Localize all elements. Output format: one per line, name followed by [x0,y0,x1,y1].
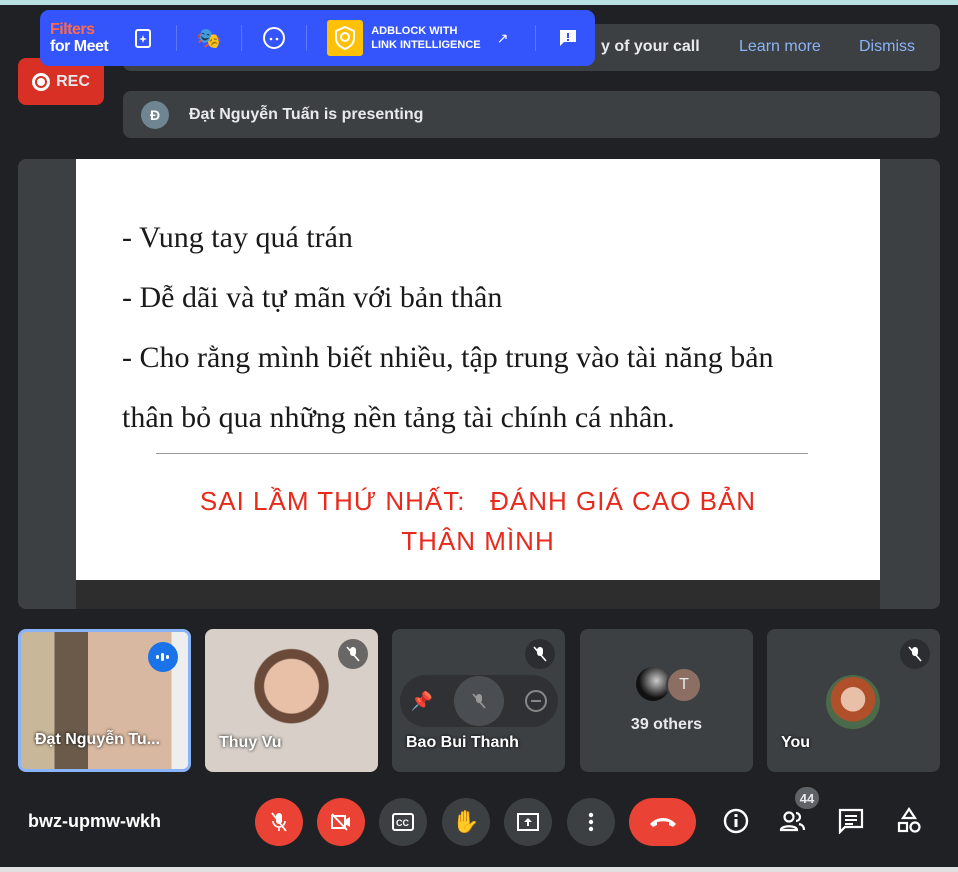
slide-line: - Cho rằng mình biết nhiều, tập trung và… [122,341,774,374]
face-icon[interactable] [262,26,286,50]
meeting-code: bwz-upmw-wkh [28,811,161,831]
mic-off-icon [900,639,930,669]
more-vert-icon [588,812,594,832]
participant-tile[interactable]: T 39 others [580,629,753,772]
extension-logo: Filters for Meet [50,21,109,55]
camera-off-icon [331,813,350,831]
mute-participant-button[interactable] [454,676,505,726]
activities-icon[interactable] [894,806,924,836]
filters-for-meet-toolbar: Filters for Meet 🎭 ADBLOCK WITH LINK INTEL… [40,10,595,66]
present-icon [517,813,539,831]
raise-hand-button[interactable]: ✋ [442,798,490,846]
participant-tile[interactable]: 📌 Bao Bui Thanh [392,629,565,772]
avatar: T [666,667,702,703]
browser-edge [0,0,958,5]
external-link-icon[interactable]: ↗ [491,26,515,50]
slide-line: - Vung tay quá trán [122,221,353,254]
leave-call-button[interactable] [629,798,696,846]
presenting-banner: Đ Đạt Nguyễn Tuấn is presenting [123,91,940,138]
slide: - Vung tay quá trán - Dễ dãi và tự mãn v… [76,159,880,580]
remove-icon[interactable] [525,690,548,712]
feedback-icon[interactable] [556,26,580,50]
slide-heading: SAI LẦM THỨ NHẤT: ĐÁNH GIÁ CAO BẢN THÂN M… [199,486,757,556]
avatar: Đ [141,100,169,129]
avatar [636,667,670,701]
tile-hover-controls: 📌 [400,675,558,727]
mic-toggle-button[interactable] [255,798,303,846]
effects-icon[interactable] [132,26,156,50]
captions-icon: CC [392,813,414,831]
participant-tile[interactable]: Thuy Vu [205,629,378,772]
slide-footer [76,580,880,609]
present-button[interactable] [504,798,552,846]
record-icon [32,72,51,91]
dismiss-button[interactable]: Dismiss [859,38,915,56]
participant-tile[interactable]: You [767,629,940,772]
captions-button[interactable]: CC [379,798,427,846]
divider [156,453,808,454]
shield-icon[interactable] [327,20,364,56]
learn-more-link[interactable]: Learn more [739,38,821,56]
hand-icon: ✋ [452,809,480,834]
avatar [826,675,880,729]
browser-edge [0,867,958,872]
participant-tile[interactable]: Đạt Nguyễn Tu... [18,629,191,772]
chat-icon[interactable] [836,806,866,836]
mic-off-icon [338,639,368,669]
presentation-stage: - Vung tay quá trán - Dễ dãi và tự mãn v… [18,159,940,609]
mic-off-icon [271,812,287,832]
mic-off-icon [525,639,555,669]
speaking-icon [148,642,178,672]
camera-toggle-button[interactable] [317,798,365,846]
more-options-button[interactable] [567,798,615,846]
adblock-label[interactable]: ADBLOCK WITH LINK INTELLIGENCE [371,24,480,52]
info-icon[interactable] [721,806,751,836]
hang-up-icon [649,818,676,827]
masks-icon[interactable]: 🎭 [197,26,222,50]
participant-count-badge: 44 [795,787,819,809]
notice-text: y of your call [601,38,700,55]
slide-line: - Dễ dãi và tự mãn với bản thân [122,281,503,314]
slide-line: thân bỏ qua những nền tảng tài chính cá … [122,401,675,434]
others-count: 39 others [630,716,703,733]
people-icon[interactable] [778,806,808,836]
svg-text:CC: CC [396,818,409,828]
presenting-text: Đạt Nguyễn Tuấn is presenting [189,105,424,123]
pin-icon[interactable]: 📌 [411,691,433,712]
